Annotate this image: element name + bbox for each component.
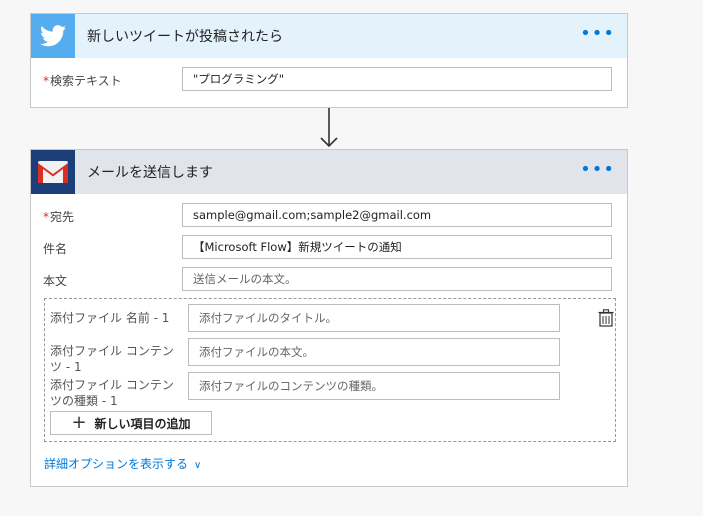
- chevron-down-icon: ∨: [194, 460, 202, 471]
- trigger-card: 新しいツイートが投稿されたら ••• *検索テキスト "プログラミング": [30, 13, 628, 108]
- to-label-text: 宛先: [50, 210, 75, 224]
- subject-label: 件名: [43, 242, 68, 256]
- search-text-label-text: 検索テキスト: [50, 74, 122, 88]
- attachment-content-label: 添付ファイル コンテンツ - 1: [50, 344, 174, 374]
- show-advanced-options-link[interactable]: 詳細オプションを表示する ∨: [44, 455, 201, 472]
- body-label: 本文: [43, 274, 68, 288]
- subject-input[interactable]: 【Microsoft Flow】新規ツイートの通知: [182, 235, 612, 259]
- field-row-to: *宛先 sample@gmail.com;sample2@gmail.com: [31, 203, 627, 229]
- attachment-name-label: 添付ファイル 名前 - 1: [50, 311, 170, 325]
- action-title: メールを送信します: [87, 165, 213, 181]
- add-new-item-button[interactable]: + 新しい項目の追加: [50, 411, 212, 435]
- body-input[interactable]: 送信メールの本文。: [182, 267, 612, 291]
- arrow-down-icon: [320, 108, 338, 148]
- to-label: *宛先: [43, 208, 74, 225]
- search-text-input[interactable]: "プログラミング": [182, 67, 612, 91]
- trigger-title: 新しいツイートが投稿されたら: [87, 29, 283, 45]
- field-row-body: 本文 送信メールの本文。: [31, 267, 627, 293]
- field-row-subject: 件名 【Microsoft Flow】新規ツイートの通知: [31, 235, 627, 261]
- advanced-options-label: 詳細オプションを表示する: [44, 457, 189, 471]
- attachment-content-input[interactable]: 添付ファイルの本文。: [188, 338, 560, 366]
- action-card-header[interactable]: メールを送信します •••: [31, 150, 627, 194]
- delete-attachment-icon[interactable]: [598, 309, 614, 327]
- add-new-item-label: 新しい項目の追加: [94, 416, 191, 431]
- twitter-bird-icon: [40, 25, 66, 47]
- more-options-icon[interactable]: •••: [580, 161, 615, 179]
- action-card: メールを送信します ••• *宛先 sample@gmail.com;sampl…: [30, 149, 628, 487]
- attachment-content-type-label: 添付ファイル コンテンツの種類 - 1: [50, 378, 174, 408]
- plus-icon: +: [71, 412, 87, 433]
- gmail-logo: [31, 150, 75, 194]
- twitter-logo: [31, 14, 75, 58]
- search-text-label: *検索テキスト: [43, 72, 122, 89]
- trigger-card-header[interactable]: 新しいツイートが投稿されたら •••: [31, 14, 627, 58]
- field-row-search-text: *検索テキスト "プログラミング": [31, 67, 627, 93]
- more-options-icon[interactable]: •••: [580, 25, 615, 43]
- gmail-icon: [38, 161, 68, 183]
- to-input[interactable]: sample@gmail.com;sample2@gmail.com: [182, 203, 612, 227]
- required-mark: *: [43, 74, 49, 88]
- required-mark: *: [43, 210, 49, 224]
- attachment-name-input[interactable]: 添付ファイルのタイトル。: [188, 304, 560, 332]
- attachment-content-type-input[interactable]: 添付ファイルのコンテンツの種類。: [188, 372, 560, 400]
- attachments-group: 添付ファイル 名前 - 1 添付ファイルのタイトル。 添付ファイル コンテンツ …: [44, 298, 616, 442]
